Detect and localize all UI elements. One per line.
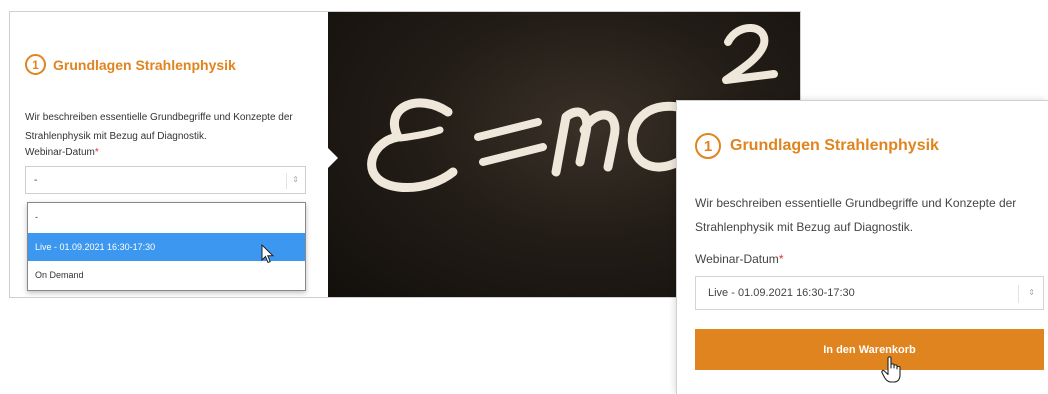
webinar-date-select[interactable]: Live - 01.09.2021 16:30-17:30 ⇕ <box>695 276 1044 310</box>
webinar-date-select[interactable]: - ⇕ <box>25 166 306 194</box>
step-number-badge: 1 <box>695 133 721 159</box>
dropdown-option-on-demand[interactable]: On Demand <box>28 261 305 289</box>
select-divider <box>1018 285 1019 303</box>
arrow-cursor-icon <box>261 244 275 264</box>
course-title: Grundlagen Strahlenphysik <box>730 137 939 154</box>
step-number-badge: 1 <box>25 54 46 75</box>
panel-arrow-notch <box>328 148 338 168</box>
hand-cursor-icon <box>881 356 901 383</box>
select-arrows-icon: ⇕ <box>292 175 299 184</box>
select-value: Live - 01.09.2021 16:30-17:30 <box>708 287 855 299</box>
course-title-row: 1 Grundlagen Strahlenphysik <box>25 54 236 75</box>
course-description: Wir beschreiben essentielle Grundbegriff… <box>25 112 293 142</box>
select-value: - <box>34 175 38 186</box>
dropdown-option-none[interactable]: - <box>28 203 305 231</box>
select-divider <box>286 173 287 189</box>
course-info-panel: 1 Grundlagen Strahlenphysik Wir beschrei… <box>10 12 328 297</box>
required-mark: * <box>94 147 99 158</box>
add-to-cart-button[interactable]: In den Warenkorb <box>695 329 1044 370</box>
required-mark: * <box>778 252 784 266</box>
course-title-row: 1 Grundlagen Strahlenphysik <box>695 133 939 159</box>
course-card-zoomed: 1 Grundlagen Strahlenphysik Wir beschrei… <box>676 100 1048 394</box>
webinar-date-label-text: Webinar-Datum <box>695 252 779 266</box>
course-description: Wir beschreiben essentielle Grundbegriff… <box>695 196 1017 234</box>
course-title: Grundlagen Strahlenphysik <box>53 56 236 73</box>
select-arrows-icon: ⇕ <box>1028 288 1035 297</box>
webinar-date-label: Webinar-Datum* <box>695 252 783 266</box>
webinar-date-label: Webinar-Datum* <box>25 147 99 158</box>
webinar-date-label-text: Webinar-Datum <box>25 147 95 158</box>
